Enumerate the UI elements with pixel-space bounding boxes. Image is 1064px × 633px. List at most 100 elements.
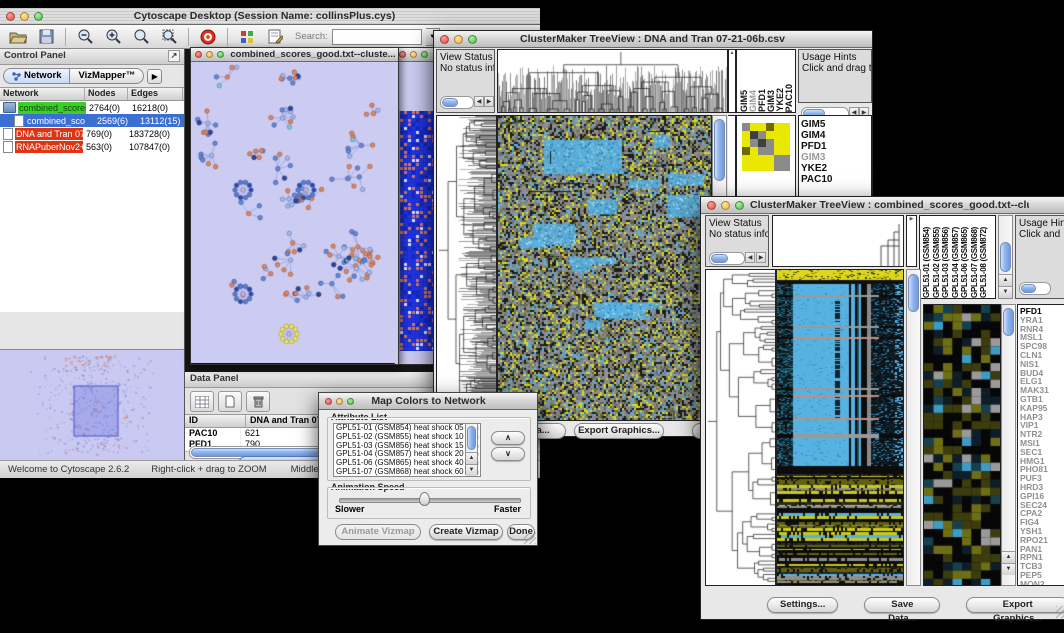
tab-vizmapper[interactable]: VizMapper™ xyxy=(70,68,144,84)
tv2-row-dendrogram-pane[interactable] xyxy=(705,269,776,586)
scroll-down-icon[interactable]: ▼ xyxy=(1002,563,1015,575)
animate-vizmap-button[interactable]: Animate Vizmap xyxy=(335,524,421,540)
minimize-icon[interactable] xyxy=(721,201,730,210)
tab-network[interactable]: Network xyxy=(3,68,70,84)
network-name[interactable]: combined_sco xyxy=(26,115,94,127)
network-table-row[interactable]: combined_scores2764(0)16218(0) xyxy=(0,101,184,114)
minimize-icon[interactable] xyxy=(20,12,29,21)
column-label[interactable]: GPL51-01 (GSM854) xyxy=(922,227,932,298)
column-label[interactable]: YKE2 xyxy=(775,88,784,112)
gene-label[interactable]: PFD1 xyxy=(799,141,871,152)
attribute-item[interactable]: GPL51-07 (GSM868) heat shock 60 min xyxy=(334,468,480,477)
open-session-button[interactable] xyxy=(6,27,30,47)
column-label[interactable]: GIM3 xyxy=(766,90,775,112)
scroll-up-icon[interactable]: ▲ xyxy=(466,452,477,464)
network-view-titlebar[interactable]: combined_scores_good.txt--cluste... xyxy=(191,48,398,62)
tv1-similarity-matrix[interactable] xyxy=(742,123,790,171)
search-input[interactable] xyxy=(332,29,422,45)
column-label[interactable]: GPL51-02 (GSM855) xyxy=(932,227,942,298)
delete-attribute-button[interactable] xyxy=(246,391,270,412)
close-icon[interactable] xyxy=(399,51,406,58)
minimize-icon[interactable] xyxy=(336,398,343,405)
minimize-icon[interactable] xyxy=(410,51,417,58)
zoom-out-icon[interactable] xyxy=(73,27,97,47)
gene-label[interactable]: GIM3 xyxy=(799,152,871,163)
tv2-usage-hscrollbar[interactable] xyxy=(1019,282,1051,295)
treeview2-titlebar[interactable]: ClusterMaker TreeView : combined_scores_… xyxy=(701,197,1064,214)
vizmapper-toolbar-icon[interactable] xyxy=(235,27,259,47)
tv1-row-dendrogram-pane[interactable] xyxy=(436,115,497,421)
tv1-heatmap-pane[interactable] xyxy=(497,115,712,421)
minimize-icon[interactable] xyxy=(206,51,213,58)
tv2-vscrollbar[interactable] xyxy=(906,269,921,586)
create-vizmap-button[interactable]: Create Vizmap xyxy=(429,524,503,540)
tv2-heatmap-canvas[interactable] xyxy=(777,270,903,585)
tv2-subheatmap-pane[interactable] xyxy=(923,304,1001,586)
tv1-row-dendrogram-canvas[interactable] xyxy=(437,116,496,420)
export-graphics-button[interactable]: Export Graphics... xyxy=(574,423,664,439)
gene-label[interactable]: PAC10 xyxy=(799,174,871,185)
zoom-window-icon[interactable] xyxy=(217,51,224,58)
new-attribute-button[interactable] xyxy=(218,391,242,412)
attribute-list[interactable]: GPL51-01 (GSM854) heat shock 05 minGPL51… xyxy=(333,423,481,477)
zoom-in-icon[interactable] xyxy=(101,27,125,47)
zoom-window-icon[interactable] xyxy=(468,35,477,44)
close-icon[interactable] xyxy=(440,35,449,44)
minimize-icon[interactable] xyxy=(454,35,463,44)
dialog-titlebar[interactable]: Map Colors to Network xyxy=(319,393,537,410)
gene-label[interactable]: GIM5 xyxy=(799,119,871,130)
save-session-button[interactable] xyxy=(34,27,58,47)
column-label[interactable]: GPL51-08 (GSM872) xyxy=(979,227,989,298)
scroll-left-icon[interactable]: ◀ xyxy=(745,252,755,263)
scroll-up-icon[interactable]: ▲ xyxy=(1002,551,1015,563)
gene-label[interactable]: MON2 xyxy=(1018,580,1064,586)
zoom-window-icon[interactable] xyxy=(735,201,744,210)
network-name[interactable]: combined_scores xyxy=(18,102,86,114)
column-label[interactable]: GIM5 xyxy=(739,90,748,112)
column-label[interactable]: PFD1 xyxy=(757,89,766,112)
tv1-heatmap-canvas[interactable] xyxy=(498,116,711,420)
gene-label[interactable]: GIM4 xyxy=(799,130,871,141)
zoom-window-icon[interactable] xyxy=(347,398,354,405)
column-label[interactable]: GPL51-04 (GSM857) xyxy=(951,227,961,298)
move-down-button[interactable]: ∨ xyxy=(491,447,525,461)
column-label[interactable]: GPL51-07 (GSM868) xyxy=(970,227,980,298)
column-label[interactable]: GPL51-06 (GSM865) xyxy=(960,227,970,298)
zoom-window-icon[interactable] xyxy=(421,51,428,58)
network-table-row[interactable]: RNAPuberNov2+|563(0)107847(0) xyxy=(0,140,184,153)
network-table-row[interactable]: DNA and Tran 07769(0)183728(0) xyxy=(0,127,184,140)
tab-overflow-arrow[interactable]: ▶ xyxy=(147,69,162,84)
tv2-column-dendrogram-canvas[interactable] xyxy=(773,216,903,266)
resize-grip[interactable] xyxy=(524,532,536,544)
scroll-left-icon[interactable]: ◀ xyxy=(474,96,484,107)
tv2-gene-vscrollbar[interactable]: ▲ ▼ xyxy=(1001,304,1016,586)
scroll-down-icon[interactable]: ▼ xyxy=(999,286,1012,298)
column-label[interactable]: PAC10 xyxy=(784,84,793,112)
tv2-labels-vscrollbar[interactable]: ▲ ▼ xyxy=(998,215,1013,299)
zoom-window-icon[interactable] xyxy=(34,12,43,21)
main-titlebar[interactable]: Cytoscape Desktop (Session Name: collins… xyxy=(0,8,540,25)
tv2-column-dendrogram-pane[interactable] xyxy=(772,215,904,267)
gene-label[interactable]: YKE2 xyxy=(799,163,871,174)
dense-network-canvas[interactable] xyxy=(398,111,438,351)
scroll-right-icon[interactable]: ▶ xyxy=(756,252,766,263)
network-name[interactable]: RNAPuberNov2+| xyxy=(15,141,83,153)
scroll-up-icon[interactable]: ▲ xyxy=(999,274,1012,286)
treeview1-titlebar[interactable]: ClusterMaker TreeView : DNA and Tran 07-… xyxy=(434,31,872,48)
export-graphics-button[interactable]: Export Graphics... xyxy=(966,597,1064,613)
tv2-status-hscrollbar[interactable] xyxy=(709,252,745,265)
attribute-list-scrollbar[interactable]: ▲ ▼ xyxy=(465,423,478,475)
network-graph-canvas[interactable] xyxy=(191,62,396,363)
annotation-icon[interactable] xyxy=(263,27,287,47)
select-attributes-button[interactable] xyxy=(190,391,214,412)
column-label[interactable]: GIM4 xyxy=(748,90,757,112)
save-data-button[interactable]: Save Data... xyxy=(864,597,940,613)
scroll-right-icon[interactable]: ▶ xyxy=(484,96,494,107)
close-icon[interactable] xyxy=(325,398,332,405)
tv1-column-dendrogram-canvas[interactable] xyxy=(498,50,727,112)
column-label[interactable]: GPL51-03 (GSM856) xyxy=(941,227,951,298)
slider-thumb[interactable] xyxy=(419,492,430,506)
help-lifering-icon[interactable] xyxy=(196,27,220,47)
resize-grip[interactable] xyxy=(1056,606,1064,618)
zoom-selected-icon[interactable] xyxy=(157,27,181,47)
